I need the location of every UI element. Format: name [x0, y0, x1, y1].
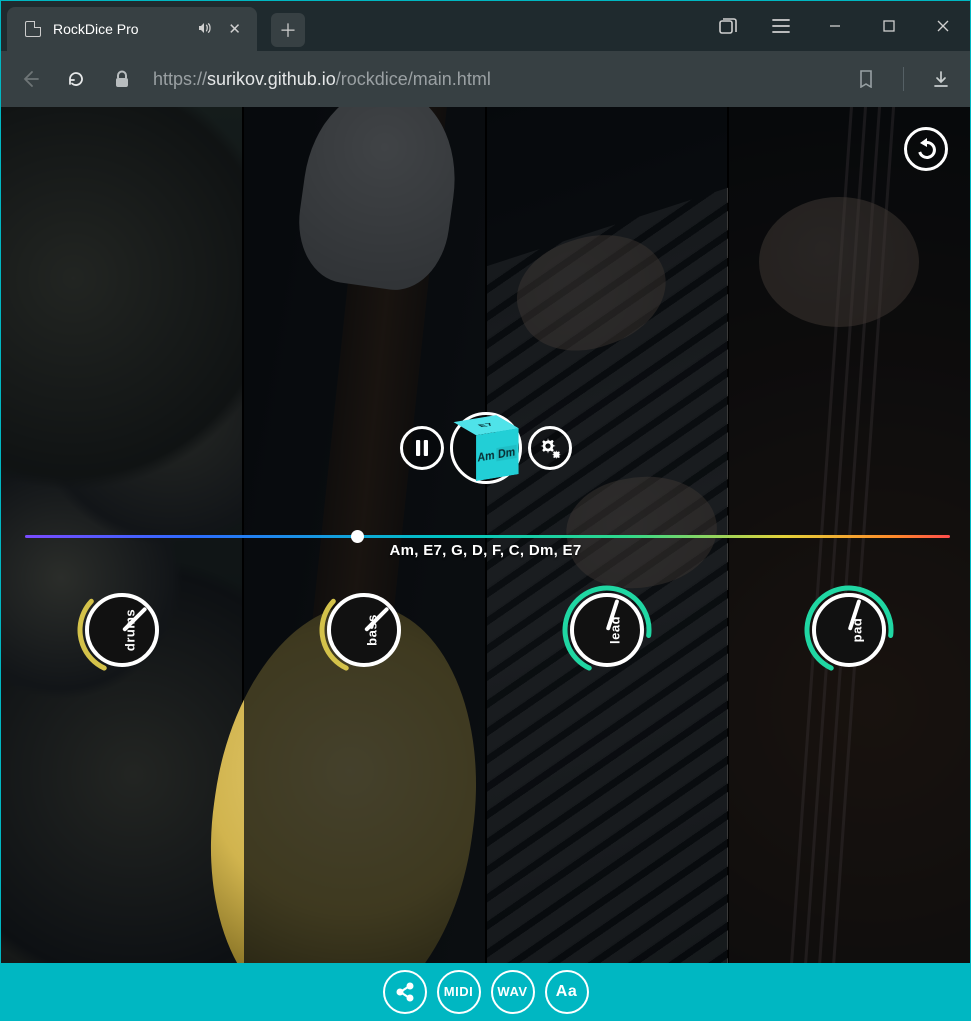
knob-label: bass: [365, 614, 380, 646]
tab-title: RockDice Pro: [53, 21, 186, 37]
language-button[interactable]: Aa: [545, 970, 589, 1014]
separator: [903, 67, 904, 91]
export-wav-button[interactable]: WAV: [491, 970, 535, 1014]
lock-icon[interactable]: [107, 64, 137, 94]
url-scheme: https://: [153, 69, 207, 89]
volume-knob-pad[interactable]: pad: [804, 585, 894, 675]
sound-icon[interactable]: [198, 22, 212, 37]
knob-label: pad: [849, 618, 864, 643]
page-icon: [25, 21, 41, 37]
page-content: E7 AmDm Am, E7, G, D, F, C, Dm, E7 drums…: [1, 107, 970, 963]
export-midi-button[interactable]: MIDI: [437, 970, 481, 1014]
window-close-button[interactable]: [916, 1, 970, 51]
bookmark-icon[interactable]: [851, 64, 881, 94]
footer-toolbar: MIDI WAV Aa: [1, 963, 970, 1020]
dice-icon: E7 AmDm: [464, 422, 506, 475]
pause-button[interactable]: [399, 426, 443, 470]
knob-label: drums: [123, 609, 138, 651]
knobs-row: drums bass lead pad: [1, 585, 970, 675]
volume-knob-drums[interactable]: drums: [77, 585, 167, 675]
address-bar: https://surikov.github.io/rockdice/main.…: [1, 51, 970, 107]
back-button: [15, 64, 45, 94]
window-titlebar: RockDice Pro ✕ ＋: [1, 1, 970, 51]
url-host: surikov.github.io: [207, 69, 336, 89]
volume-knob-lead[interactable]: lead: [562, 585, 652, 675]
download-icon[interactable]: [926, 64, 956, 94]
chord-sequence: Am, E7, G, D, F, C, Dm, E7: [389, 542, 581, 559]
undo-button[interactable]: [904, 127, 948, 171]
refresh-button[interactable]: [61, 64, 91, 94]
url-path: /rockdice/main.html: [336, 69, 491, 89]
window-minimize-button[interactable]: [808, 1, 862, 51]
progress-thumb[interactable]: [351, 530, 364, 543]
collections-icon[interactable]: [700, 1, 754, 51]
tab-close-icon[interactable]: ✕: [224, 20, 245, 38]
settings-button[interactable]: [527, 426, 571, 470]
share-button[interactable]: [383, 970, 427, 1014]
window-maximize-button[interactable]: [862, 1, 916, 51]
new-tab-button[interactable]: ＋: [271, 13, 305, 47]
dice-button[interactable]: E7 AmDm: [449, 412, 521, 484]
knob-label: lead: [607, 616, 622, 644]
browser-tab[interactable]: RockDice Pro ✕: [7, 7, 257, 51]
menu-icon[interactable]: [754, 1, 808, 51]
url-text[interactable]: https://surikov.github.io/rockdice/main.…: [153, 69, 835, 90]
volume-knob-bass[interactable]: bass: [319, 585, 409, 675]
